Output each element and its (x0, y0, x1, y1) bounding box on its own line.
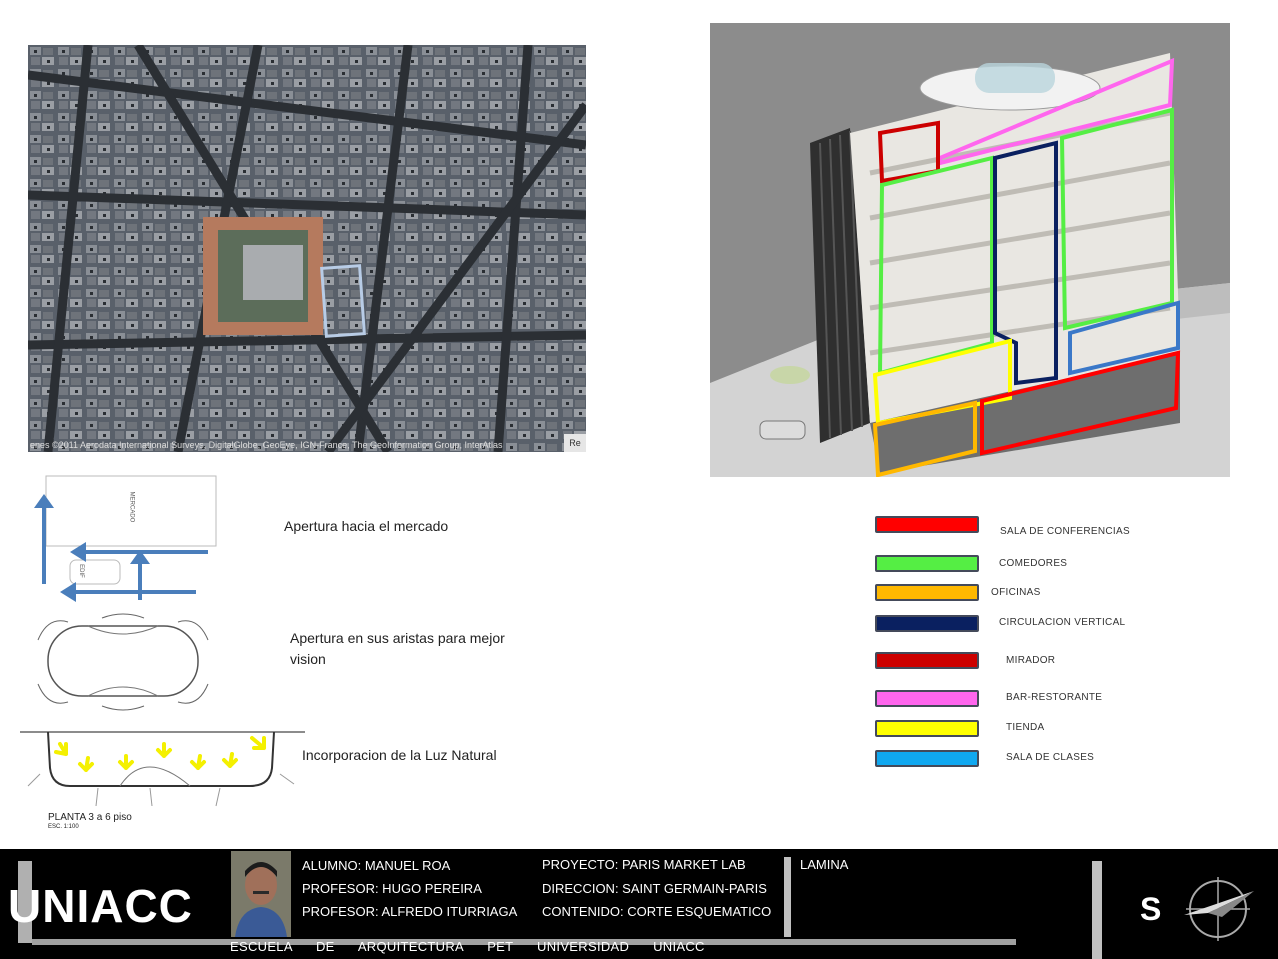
lamina-text: LAMINA (800, 857, 849, 872)
direccion-text: DIRECCION: SAINT GERMAIN-PARIS (542, 881, 767, 896)
student-photo (231, 851, 291, 937)
profesor2-text: PROFESOR: ALFREDO ITURRIAGA (302, 904, 518, 919)
corners-diagram (28, 612, 218, 712)
legend-label-clases: SALA DE CLASES (1006, 752, 1095, 763)
aerial-photo: enes ©2011 Aerodata International Survey… (28, 45, 586, 452)
legend-swatch-tienda (875, 720, 979, 737)
frame-right-bar (1092, 861, 1102, 959)
frame-divider (784, 857, 791, 937)
brand-logo: UNIACC (8, 880, 193, 932)
light-diagram: PLANTA 3 a 6 piso ESC. 1:100 (20, 724, 310, 836)
contenido-text: CONTENIDO: CORTE ESQUEMATICO (542, 904, 772, 919)
plan-scale: ESC. 1:100 (48, 824, 79, 830)
legend-swatch-bar (875, 690, 979, 707)
caption-luz-natural: Incorporacion de la Luz Natural (302, 747, 497, 763)
legend-swatch-comedores (875, 555, 979, 572)
sheet-letter: S (1140, 891, 1162, 927)
title-block: UNIACC ALUMNO: MANUEL ROA PROFESOR: HUGO… (0, 849, 1278, 959)
legend-label-circulacion: CIRCULACION VERTICAL (999, 617, 1126, 628)
proyecto-text: PROYECTO: PARIS MARKET LAB (542, 857, 746, 872)
aerial-credit-box: Re (564, 434, 586, 452)
mercado-label: MERCADO (128, 491, 135, 523)
legend-swatch-clases (875, 750, 979, 767)
plan-title: PLANTA 3 a 6 piso (48, 812, 132, 823)
caption-apertura-mercado: Apertura hacia el mercado (284, 518, 449, 534)
legend-swatch-circulacion (875, 615, 979, 632)
legend-label-oficinas: OFICINAS (991, 587, 1041, 598)
alumno-text: ALUMNO: MANUEL ROA (302, 858, 451, 873)
legend-swatch-mirador (875, 652, 979, 669)
legend-label-conferencias: SALA DE CONFERENCIAS (1000, 526, 1130, 537)
legend-label-comedores: COMEDORES (999, 558, 1068, 569)
legend-label-tienda: TIENDA (1006, 722, 1045, 733)
legend-label-bar: BAR-RESTORANTE (1006, 692, 1103, 703)
section-render (710, 23, 1230, 477)
caption-apertura-aristas: Apertura en sus aristas para mejor visio… (290, 630, 505, 667)
school-line: ESCUELA DE ARQUITECTURA PET UNIVERSIDAD … (230, 939, 705, 954)
legend-swatch-conferencias (875, 516, 979, 533)
profesor1-text: PROFESOR: HUGO PEREIRA (302, 881, 482, 896)
opening-diagram: MERCADO EDIF (30, 472, 230, 607)
legend-label-mirador: MIRADOR (1006, 655, 1056, 666)
legend-swatch-oficinas (875, 584, 979, 601)
north-arrow-icon (1182, 873, 1258, 945)
aerial-credit: enes ©2011 Aerodata International Survey… (30, 440, 503, 450)
edif-label: EDIF (77, 564, 84, 578)
